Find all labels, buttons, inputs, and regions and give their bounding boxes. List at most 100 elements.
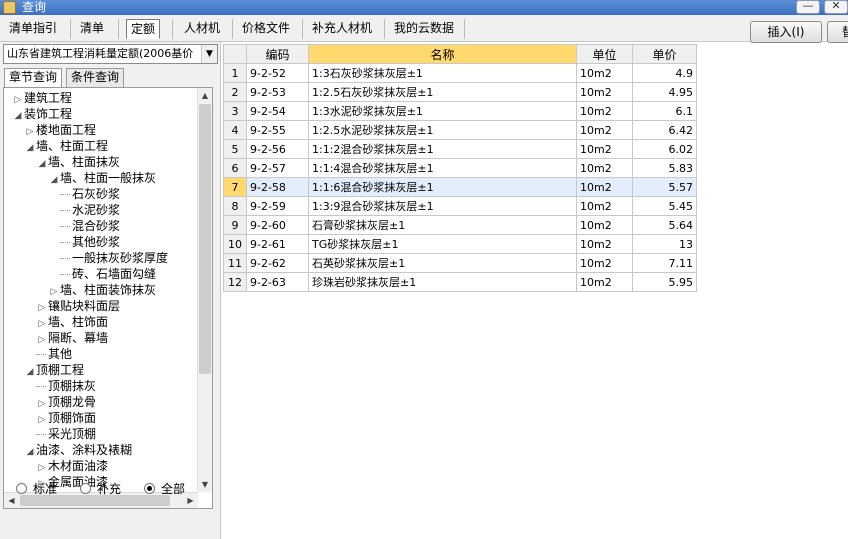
tree-item[interactable]: ▷ 楼地面工程 <box>24 122 96 138</box>
code-cell[interactable]: 9-2-59 <box>246 196 309 216</box>
tab-condition-query[interactable]: 条件查询 <box>66 68 125 87</box>
unit-cell[interactable]: 10m2 <box>576 196 633 216</box>
row-number-cell[interactable]: 10 <box>223 234 247 254</box>
code-cell[interactable]: 9-2-63 <box>246 272 309 292</box>
tree-item[interactable]: 混合砂浆 <box>60 218 120 234</box>
tree-item[interactable]: ▷ 隔断、幕墙 <box>36 330 108 346</box>
name-cell[interactable]: 1:2.5石灰砂浆抹灰层±1 <box>308 82 577 102</box>
close-button[interactable]: ✕ <box>824 0 848 14</box>
table-row[interactable]: 11 9-2-62 石英砂浆抹灰层±1 10m2 7.11 <box>223 253 697 273</box>
minimize-button[interactable]: — <box>796 0 820 14</box>
header-unit[interactable]: 单位 <box>576 44 633 64</box>
price-cell[interactable]: 5.64 <box>632 215 697 235</box>
tree-item[interactable]: ◢ 墙、柱面工程 <box>24 138 108 154</box>
tab-quota[interactable]: 定额 <box>126 19 161 39</box>
table-row[interactable]: 4 9-2-55 1:2.5水泥砂浆抹灰层±1 10m2 6.42 <box>223 120 697 140</box>
collapse-icon[interactable]: ◢ <box>12 108 24 124</box>
code-cell[interactable]: 9-2-57 <box>246 158 309 178</box>
radio-all[interactable]: 全部 <box>144 481 185 497</box>
price-cell[interactable]: 5.57 <box>632 177 697 197</box>
tree-item[interactable]: ▷ 顶棚饰面 <box>36 410 96 426</box>
radio-supplementary[interactable]: 补充 <box>80 481 121 497</box>
tree-item[interactable]: ◢ 墙、柱面抹灰 <box>36 154 120 170</box>
table-row[interactable]: 8 9-2-59 1:3:9混合砂浆抹灰层±1 10m2 5.45 <box>223 196 697 216</box>
table-row[interactable]: 7 9-2-58 1:1:6混合砂浆抹灰层±1 10m2 5.57 <box>223 177 697 197</box>
radio-standard[interactable]: 标准 <box>16 481 57 497</box>
code-cell[interactable]: 9-2-56 <box>246 139 309 159</box>
tree-item[interactable]: 其他砂浆 <box>60 234 120 250</box>
code-cell[interactable]: 9-2-61 <box>246 234 309 254</box>
tree-item[interactable]: ▷ 木材面油漆 <box>36 458 108 474</box>
code-cell[interactable]: 9-2-54 <box>246 101 309 121</box>
collapse-icon[interactable]: ◢ <box>48 172 60 188</box>
code-cell[interactable]: 9-2-60 <box>246 215 309 235</box>
tree-item[interactable]: 水泥砂浆 <box>60 202 120 218</box>
tab-bill-guide[interactable]: 清单指引 <box>5 19 61 39</box>
tree-item[interactable]: ◢ 墙、柱面一般抹灰 <box>48 170 156 186</box>
name-cell[interactable]: 1:3水泥砂浆抹灰层±1 <box>308 101 577 121</box>
tree-item[interactable]: ◢ 油漆、涂料及裱糊 <box>24 442 132 458</box>
row-number-cell[interactable]: 7 <box>223 177 247 197</box>
chevron-down-icon[interactable]: ▼ <box>201 45 217 63</box>
table-row[interactable]: 12 9-2-63 珍珠岩砂浆抹灰层±1 10m2 5.95 <box>223 272 697 292</box>
price-cell[interactable]: 5.95 <box>632 272 697 292</box>
name-cell[interactable]: TG砂浆抹灰层±1 <box>308 234 577 254</box>
insert-button[interactable]: 插入(I) <box>750 21 822 43</box>
row-number-cell[interactable]: 4 <box>223 120 247 140</box>
row-number-cell[interactable]: 3 <box>223 101 247 121</box>
price-cell[interactable]: 13 <box>632 234 697 254</box>
tree-item[interactable]: 一般抹灰砂浆厚度 <box>60 250 168 266</box>
name-cell[interactable]: 1:1:6混合砂浆抹灰层±1 <box>308 177 577 197</box>
tab-price-file[interactable]: 价格文件 <box>238 19 294 39</box>
table-row[interactable]: 2 9-2-53 1:2.5石灰砂浆抹灰层±1 10m2 4.95 <box>223 82 697 102</box>
tree-item[interactable]: ▷ 镶贴块料面层 <box>36 298 120 314</box>
table-row[interactable]: 3 9-2-54 1:3水泥砂浆抹灰层±1 10m2 6.1 <box>223 101 697 121</box>
unit-cell[interactable]: 10m2 <box>576 158 633 178</box>
collapse-icon[interactable]: ◢ <box>24 140 36 156</box>
unit-cell[interactable]: 10m2 <box>576 177 633 197</box>
tab-bill[interactable]: 清单 <box>76 19 108 39</box>
name-cell[interactable]: 1:3石灰砂浆抹灰层±1 <box>308 63 577 83</box>
unit-cell[interactable]: 10m2 <box>576 139 633 159</box>
scroll-down-icon[interactable]: ▼ <box>198 477 212 492</box>
replace-button[interactable]: 替 <box>827 21 848 43</box>
price-cell[interactable]: 5.83 <box>632 158 697 178</box>
tab-supplementary-lmm[interactable]: 补充人材机 <box>308 19 376 39</box>
unit-cell[interactable]: 10m2 <box>576 120 633 140</box>
radio-button[interactable] <box>144 483 155 494</box>
name-cell[interactable]: 石英砂浆抹灰层±1 <box>308 253 577 273</box>
table-row[interactable]: 6 9-2-57 1:1:4混合砂浆抹灰层±1 10m2 5.83 <box>223 158 697 178</box>
price-cell[interactable]: 6.02 <box>632 139 697 159</box>
tree-item[interactable]: 顶棚抹灰 <box>36 378 96 394</box>
tab-labor-material-machine[interactable]: 人材机 <box>180 19 224 39</box>
row-number-cell[interactable]: 6 <box>223 158 247 178</box>
tree-item[interactable]: ▷ 顶棚龙骨 <box>36 394 96 410</box>
tree-item[interactable]: ◢ 装饰工程 <box>12 106 72 122</box>
code-cell[interactable]: 9-2-62 <box>246 253 309 273</box>
name-cell[interactable]: 石膏砂浆抹灰层±1 <box>308 215 577 235</box>
name-cell[interactable]: 珍珠岩砂浆抹灰层±1 <box>308 272 577 292</box>
name-cell[interactable]: 1:1:4混合砂浆抹灰层±1 <box>308 158 577 178</box>
quota-library-select[interactable]: 山东省建筑工程消耗量定额(2006基价 ▼ <box>3 44 218 64</box>
tree-item[interactable]: ▷ 墙、柱面装饰抹灰 <box>48 282 156 298</box>
tab-my-cloud-data[interactable]: 我的云数据 <box>390 19 458 39</box>
tree-item[interactable]: 砖、石墙面勾缝 <box>60 266 156 282</box>
row-number-cell[interactable]: 2 <box>223 82 247 102</box>
code-cell[interactable]: 9-2-58 <box>246 177 309 197</box>
code-cell[interactable]: 9-2-52 <box>246 63 309 83</box>
price-cell[interactable]: 5.45 <box>632 196 697 216</box>
tree-item[interactable]: 其他 <box>36 346 72 362</box>
table-row[interactable]: 5 9-2-56 1:1:2混合砂浆抹灰层±1 10m2 6.02 <box>223 139 697 159</box>
tree-item[interactable]: ◢ 顶棚工程 <box>24 362 84 378</box>
row-number-cell[interactable]: 8 <box>223 196 247 216</box>
row-number-cell[interactable]: 11 <box>223 253 247 273</box>
header-code[interactable]: 编码 <box>246 44 309 64</box>
collapse-icon[interactable]: ◢ <box>24 364 36 380</box>
radio-button[interactable] <box>80 483 91 494</box>
tree-item[interactable]: 石灰砂浆 <box>60 186 120 202</box>
collapse-icon[interactable]: ◢ <box>36 156 48 172</box>
tree-item[interactable]: ▷ 墙、柱饰面 <box>36 314 108 330</box>
unit-cell[interactable]: 10m2 <box>576 253 633 273</box>
unit-cell[interactable]: 10m2 <box>576 234 633 254</box>
unit-cell[interactable]: 10m2 <box>576 82 633 102</box>
